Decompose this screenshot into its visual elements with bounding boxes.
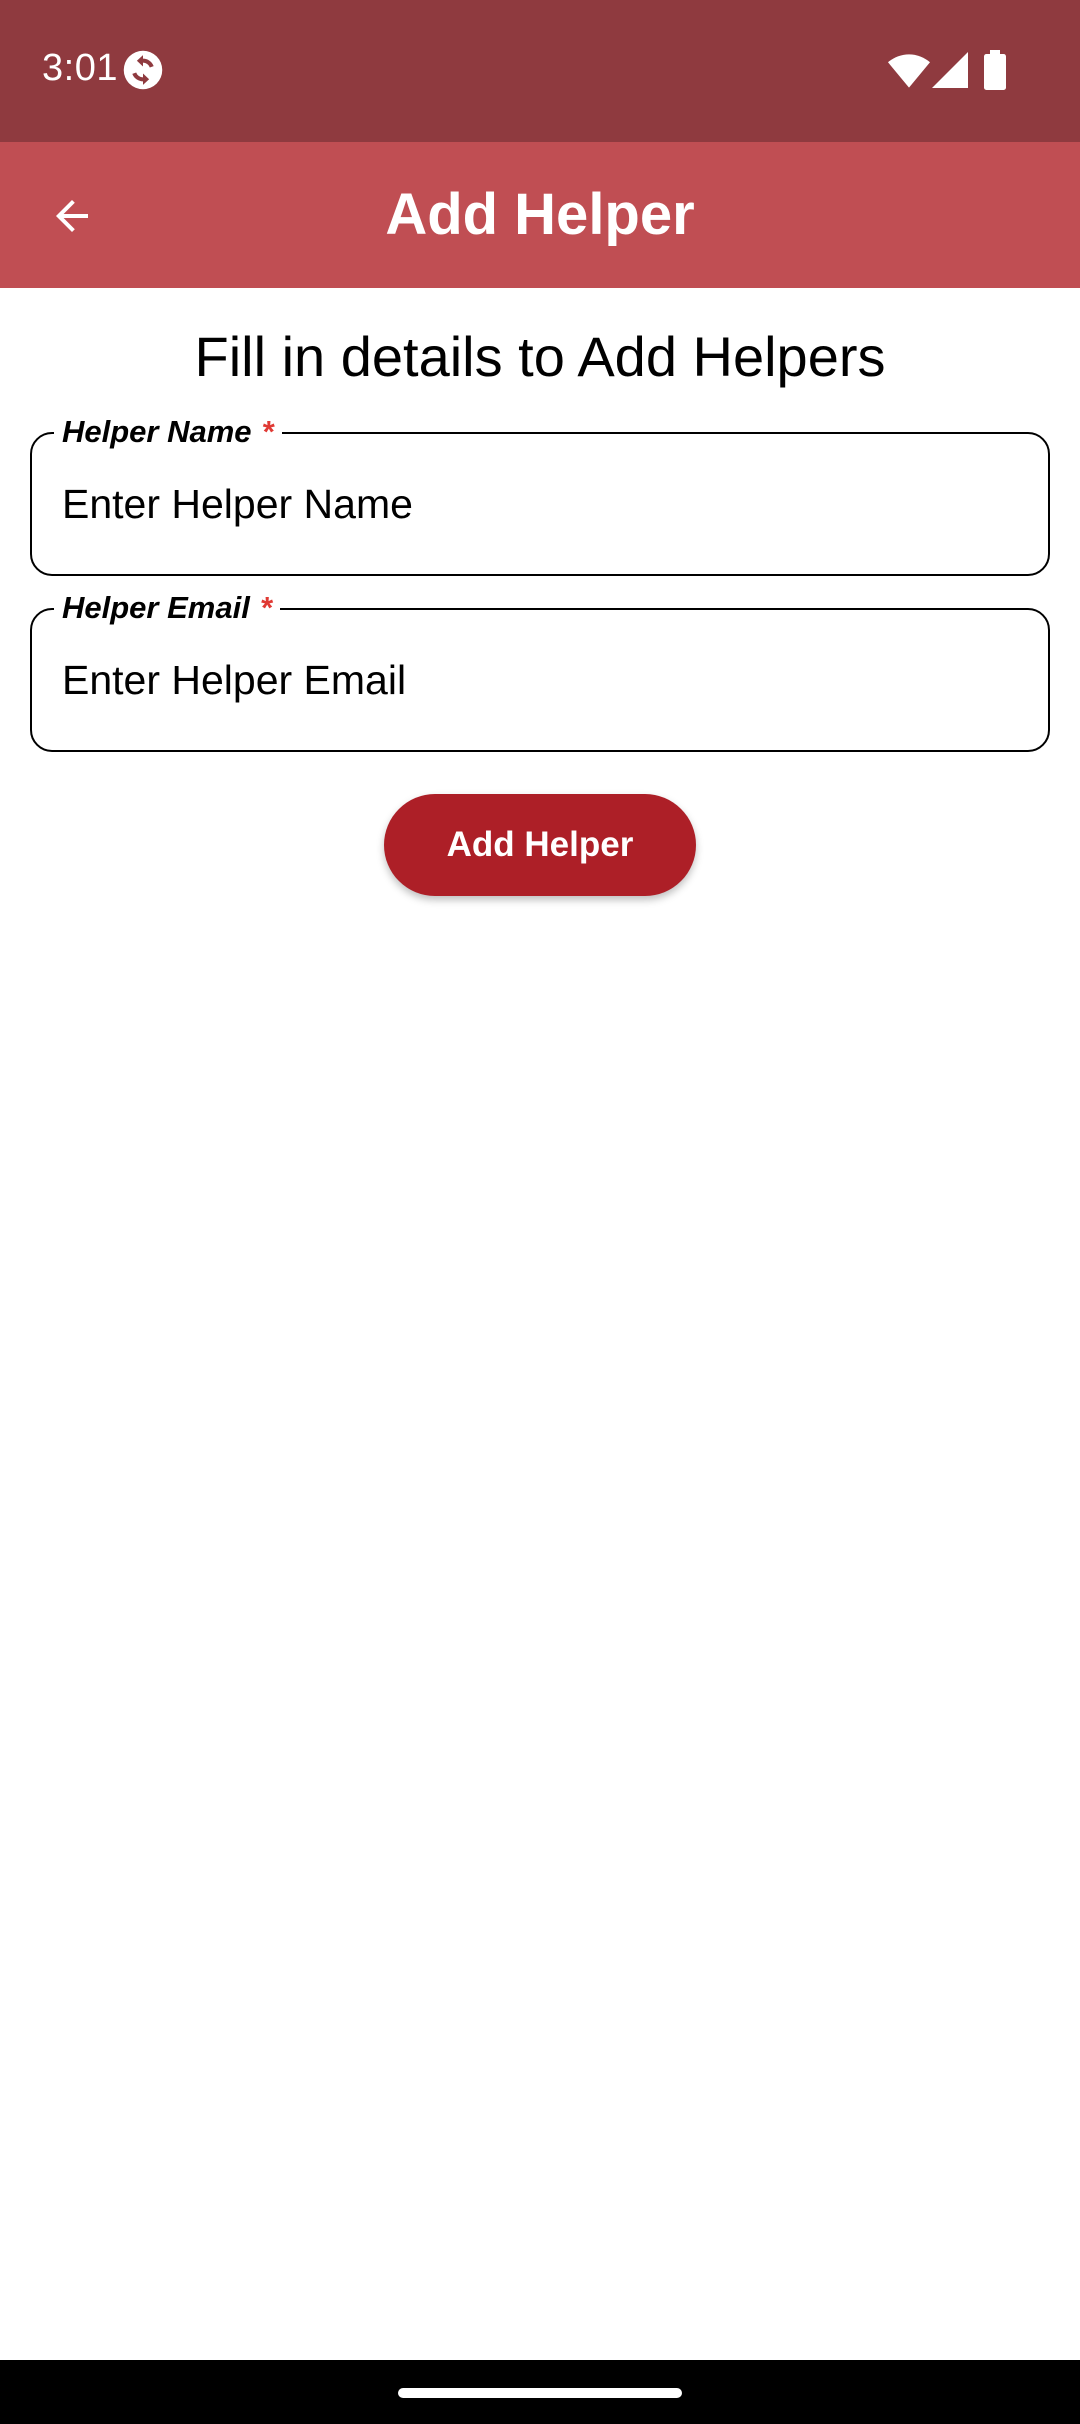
helper-name-field: Helper Name *	[30, 412, 1050, 576]
helper-name-label: Helper Name *	[54, 412, 282, 452]
home-handle[interactable]	[398, 2388, 682, 2398]
helper-email-field: Helper Email *	[30, 588, 1050, 752]
sync-icon	[123, 50, 163, 90]
add-helper-button[interactable]: Add Helper	[384, 794, 696, 896]
helper-name-label-text: Helper Name	[62, 414, 252, 449]
page-title: Add Helper	[385, 182, 695, 247]
arrow-left-icon	[56, 200, 88, 232]
status-bar: 3:01	[0, 0, 1080, 142]
battery-icon	[984, 50, 1006, 90]
back-button[interactable]	[28, 172, 116, 260]
app-bar: Add Helper	[0, 142, 1080, 288]
helper-email-input[interactable]	[62, 650, 1002, 710]
helper-email-label-text: Helper Email	[62, 590, 250, 625]
status-time: 3:01	[42, 47, 118, 89]
wifi-icon	[888, 54, 930, 88]
signal-icon	[932, 52, 968, 88]
required-mark: *	[259, 590, 272, 625]
required-mark: *	[261, 414, 274, 449]
navigation-bar	[0, 2360, 1080, 2424]
form-heading: Fill in details to Add Helpers	[194, 325, 886, 388]
helper-email-label: Helper Email *	[54, 588, 280, 628]
helper-name-input[interactable]	[62, 474, 1002, 534]
